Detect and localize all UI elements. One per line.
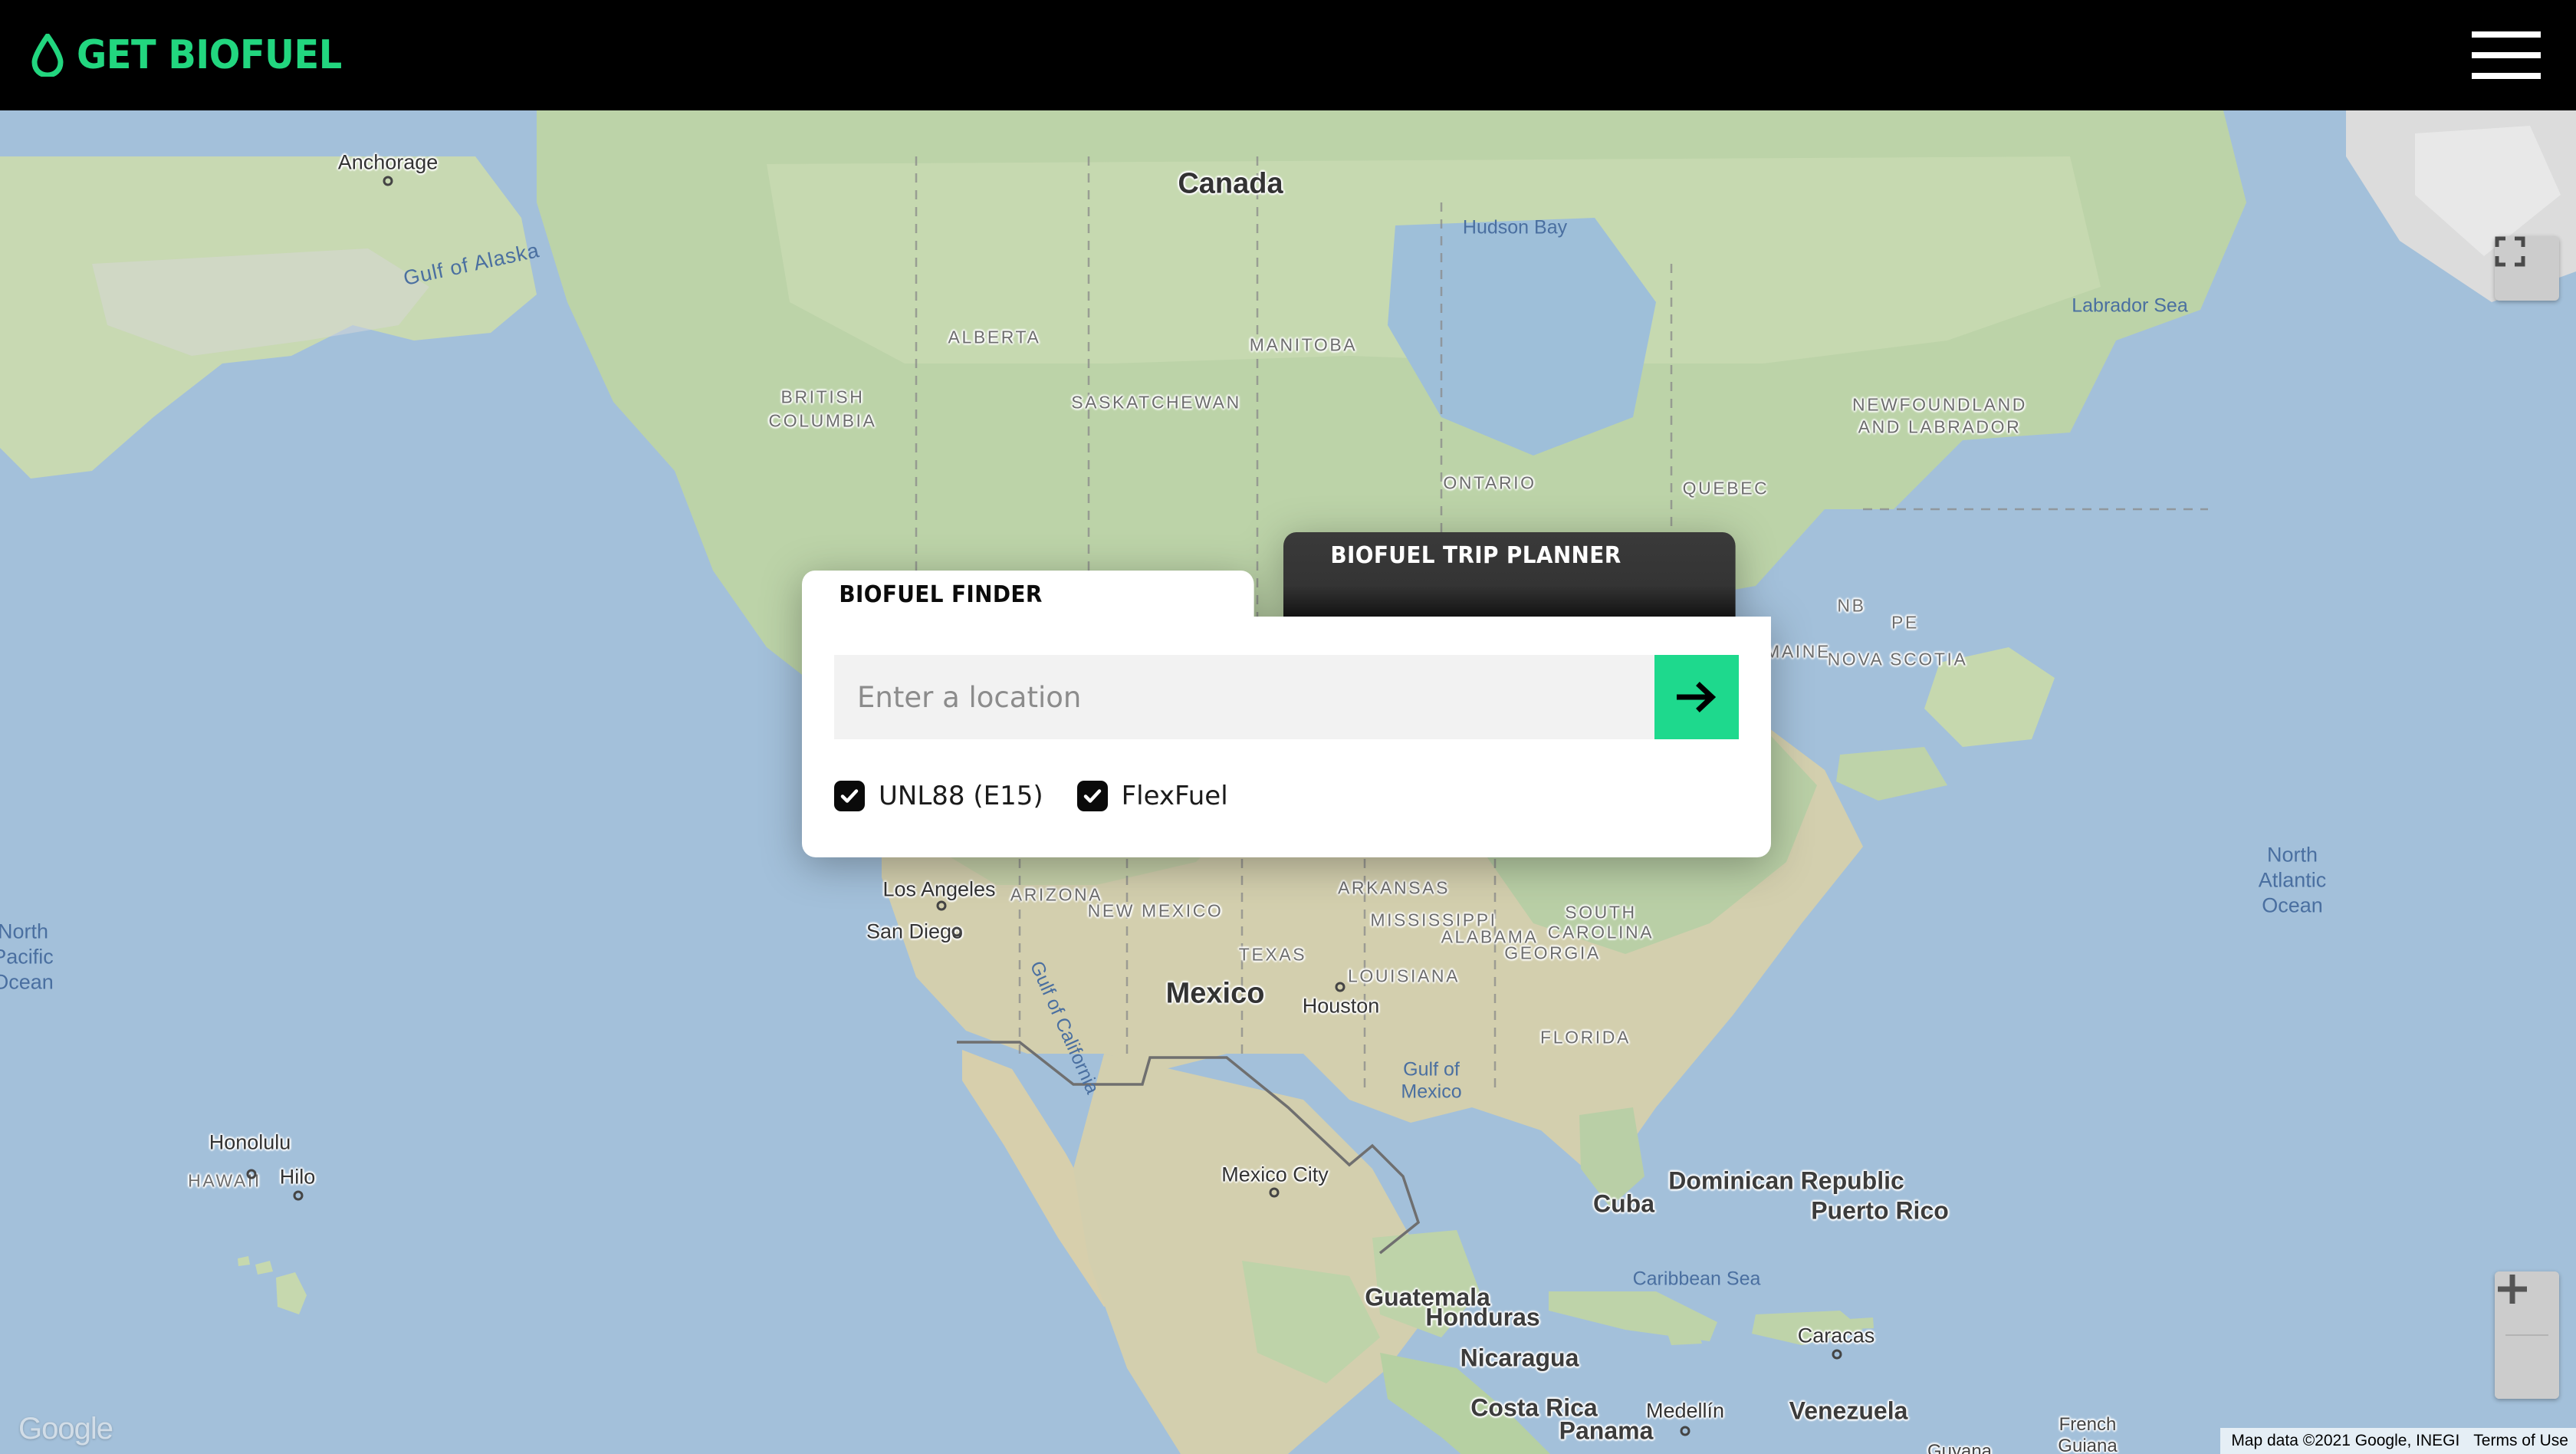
filter-unl88[interactable]: UNL88 (E15) [834,781,1043,811]
tab-biofuel-trip-planner[interactable]: BIOFUEL TRIP PLANNER [1283,532,1736,618]
location-search-input[interactable] [834,655,1654,739]
checkbox-unl88[interactable] [834,781,865,811]
city-marker-dot [293,1190,304,1201]
city-marker-dot [951,926,962,937]
check-icon [1083,789,1101,803]
water-drop-icon [31,34,64,77]
map-attribution: Map data ©2021 Google, INEGI Terms of Us… [2220,1428,2576,1454]
menu-bar-1 [2472,31,2541,38]
fullscreen-icon[interactable] [2495,236,2559,301]
menu-bar-2 [2472,52,2541,58]
attribution-text: Map data ©2021 Google, INEGI [2231,1432,2460,1449]
fuel-type-filters: UNL88 (E15) FlexFuel [834,781,1739,811]
city-marker-dot [246,1169,257,1179]
arrow-right-icon [1677,682,1717,712]
minus-icon [2498,1286,2527,1292]
city-marker-dot [1335,982,1346,992]
zoom-out-button[interactable] [2495,1286,2559,1399]
search-submit-button[interactable] [1654,655,1739,739]
app-root: GET BIOFUEL Canada Mexico Cuba Dominican… [0,0,2576,1454]
card-body: UNL88 (E15) FlexFuel [802,617,1771,857]
fullscreen-glyph [2495,236,2525,267]
google-watermark: Google [18,1412,113,1446]
hamburger-menu-icon[interactable] [2449,8,2576,102]
search-row [834,655,1739,739]
city-marker-dot [936,900,947,911]
card-tab-bar: BIOFUEL FINDER BIOFUEL TRIP PLANNER [802,532,1771,618]
zoom-control [2495,1271,2559,1399]
brand-logo[interactable]: GET BIOFUEL [0,34,365,77]
check-icon [840,789,859,803]
city-marker-dot [1680,1426,1691,1436]
filter-flexfuel[interactable]: FlexFuel [1076,781,1228,811]
brand-name: GET BIOFUEL [77,32,342,78]
biofuel-finder-card: BIOFUEL FINDER BIOFUEL TRIP PLANNER Ente… [802,532,1771,857]
site-header: GET BIOFUEL [0,0,2576,110]
filter-flexfuel-label: FlexFuel [1121,781,1228,811]
terms-of-use-link[interactable]: Terms of Use [2473,1432,2568,1450]
menu-bar-3 [2472,73,2541,79]
city-marker-dot [1269,1187,1280,1198]
checkbox-flexfuel[interactable] [1076,781,1108,811]
filter-unl88-label: UNL88 (E15) [879,781,1043,811]
city-marker-dot [383,176,393,186]
city-marker-dot [1832,1349,1842,1360]
tab-biofuel-finder[interactable]: BIOFUEL FINDER [802,571,1254,618]
